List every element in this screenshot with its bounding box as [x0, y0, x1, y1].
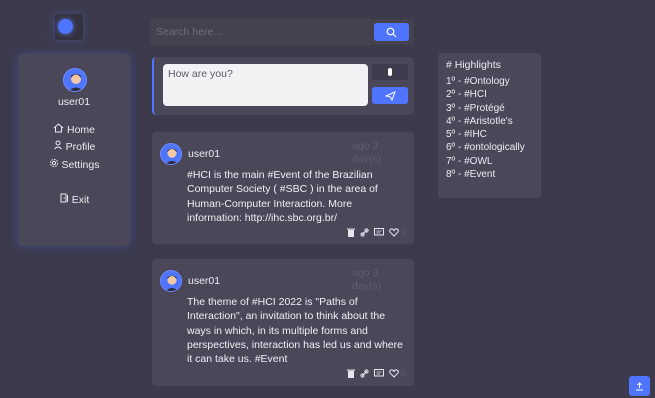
gear-icon — [49, 158, 59, 171]
exit-icon — [59, 193, 69, 206]
post-timestamp: ago 3 day(s) — [352, 267, 382, 292]
post-card: user01 ago 3 day(s) The theme of #HCI 20… — [152, 259, 414, 386]
link-icon[interactable] — [360, 368, 369, 378]
post-timestamp: ago 3 day(s) — [352, 140, 382, 165]
home-icon — [53, 123, 64, 136]
highlights-title: # Highlights — [446, 59, 501, 71]
trash-icon[interactable] — [346, 228, 355, 237]
like-count: 0 — [400, 227, 406, 237]
heart-icon[interactable] — [389, 368, 399, 378]
like-count: 0 — [400, 368, 406, 378]
sidebar-item-label: Profile — [65, 140, 96, 153]
scroll-to-top-button[interactable] — [629, 376, 650, 396]
paperclip-icon — [388, 68, 392, 76]
avatar[interactable] — [160, 270, 182, 292]
upload-arrow-icon — [636, 381, 643, 390]
logo-dot-icon — [58, 19, 73, 34]
user-avatar-icon — [64, 69, 86, 91]
app-logo[interactable] — [55, 14, 83, 40]
search-bar — [150, 19, 414, 45]
profile-icon — [53, 140, 63, 153]
sidebar-item-label: Settings — [61, 158, 100, 171]
sidebar-item-label: Exit — [71, 193, 90, 206]
highlight-item[interactable]: 2º - #HCI — [446, 88, 533, 101]
highlights-panel: # Highlights 1º - #Ontology 2º - #HCI 3º… — [438, 53, 541, 198]
attach-button[interactable] — [372, 64, 408, 80]
highlight-item[interactable]: 8º - #Event — [446, 168, 533, 181]
search-input[interactable] — [156, 23, 366, 41]
app-page: user01 Home Profile Settings Exit Search… — [0, 0, 655, 398]
post-username[interactable]: user01 — [188, 148, 220, 160]
post-card: user01 ago 3 day(s) #HCI is the main #Ev… — [152, 132, 414, 244]
avatar[interactable] — [160, 143, 182, 165]
search-button[interactable] — [374, 23, 409, 41]
sidebar-item-home[interactable]: Home — [18, 123, 130, 136]
highlight-item[interactable]: 6º - #ontologically — [446, 141, 533, 154]
post-actions: 0 — [346, 368, 406, 378]
user-avatar-icon — [161, 144, 181, 164]
sidebar-item-settings[interactable]: Settings — [18, 158, 130, 171]
avatar[interactable] — [63, 68, 87, 92]
post-text: The theme of #HCI 2022 is "Paths of Inte… — [187, 296, 403, 366]
comment-icon[interactable] — [373, 368, 384, 378]
highlight-item[interactable]: 5º - #IHC — [446, 128, 533, 141]
highlight-item[interactable]: 1º - #Ontology — [446, 75, 533, 88]
sidebar-username: user01 — [57, 96, 91, 108]
user-avatar-icon — [161, 271, 181, 291]
highlight-item[interactable]: 4º - #Aristotle's — [446, 115, 533, 128]
compose-input[interactable] — [163, 64, 368, 106]
send-button[interactable] — [372, 87, 408, 104]
sidebar-item-profile[interactable]: Profile — [18, 140, 130, 153]
link-icon[interactable] — [360, 227, 369, 237]
sidebar-item-exit[interactable]: Exit — [18, 193, 130, 206]
send-icon — [384, 90, 396, 101]
post-username[interactable]: user01 — [188, 275, 220, 287]
highlight-item[interactable]: 7º - #OWL — [446, 155, 533, 168]
sidebar: user01 Home Profile Settings Exit — [18, 54, 130, 246]
trash-icon[interactable] — [346, 369, 355, 378]
post-text: #HCI is the main #Event of the Brazilian… — [187, 169, 378, 224]
compose-box — [152, 57, 414, 115]
highlight-item[interactable]: 3º - #Protégé — [446, 102, 533, 115]
sidebar-item-label: Home — [66, 123, 95, 136]
comment-icon[interactable] — [373, 227, 384, 237]
search-icon — [386, 27, 397, 37]
post-actions: 0 — [346, 227, 406, 237]
heart-icon[interactable] — [389, 227, 399, 237]
